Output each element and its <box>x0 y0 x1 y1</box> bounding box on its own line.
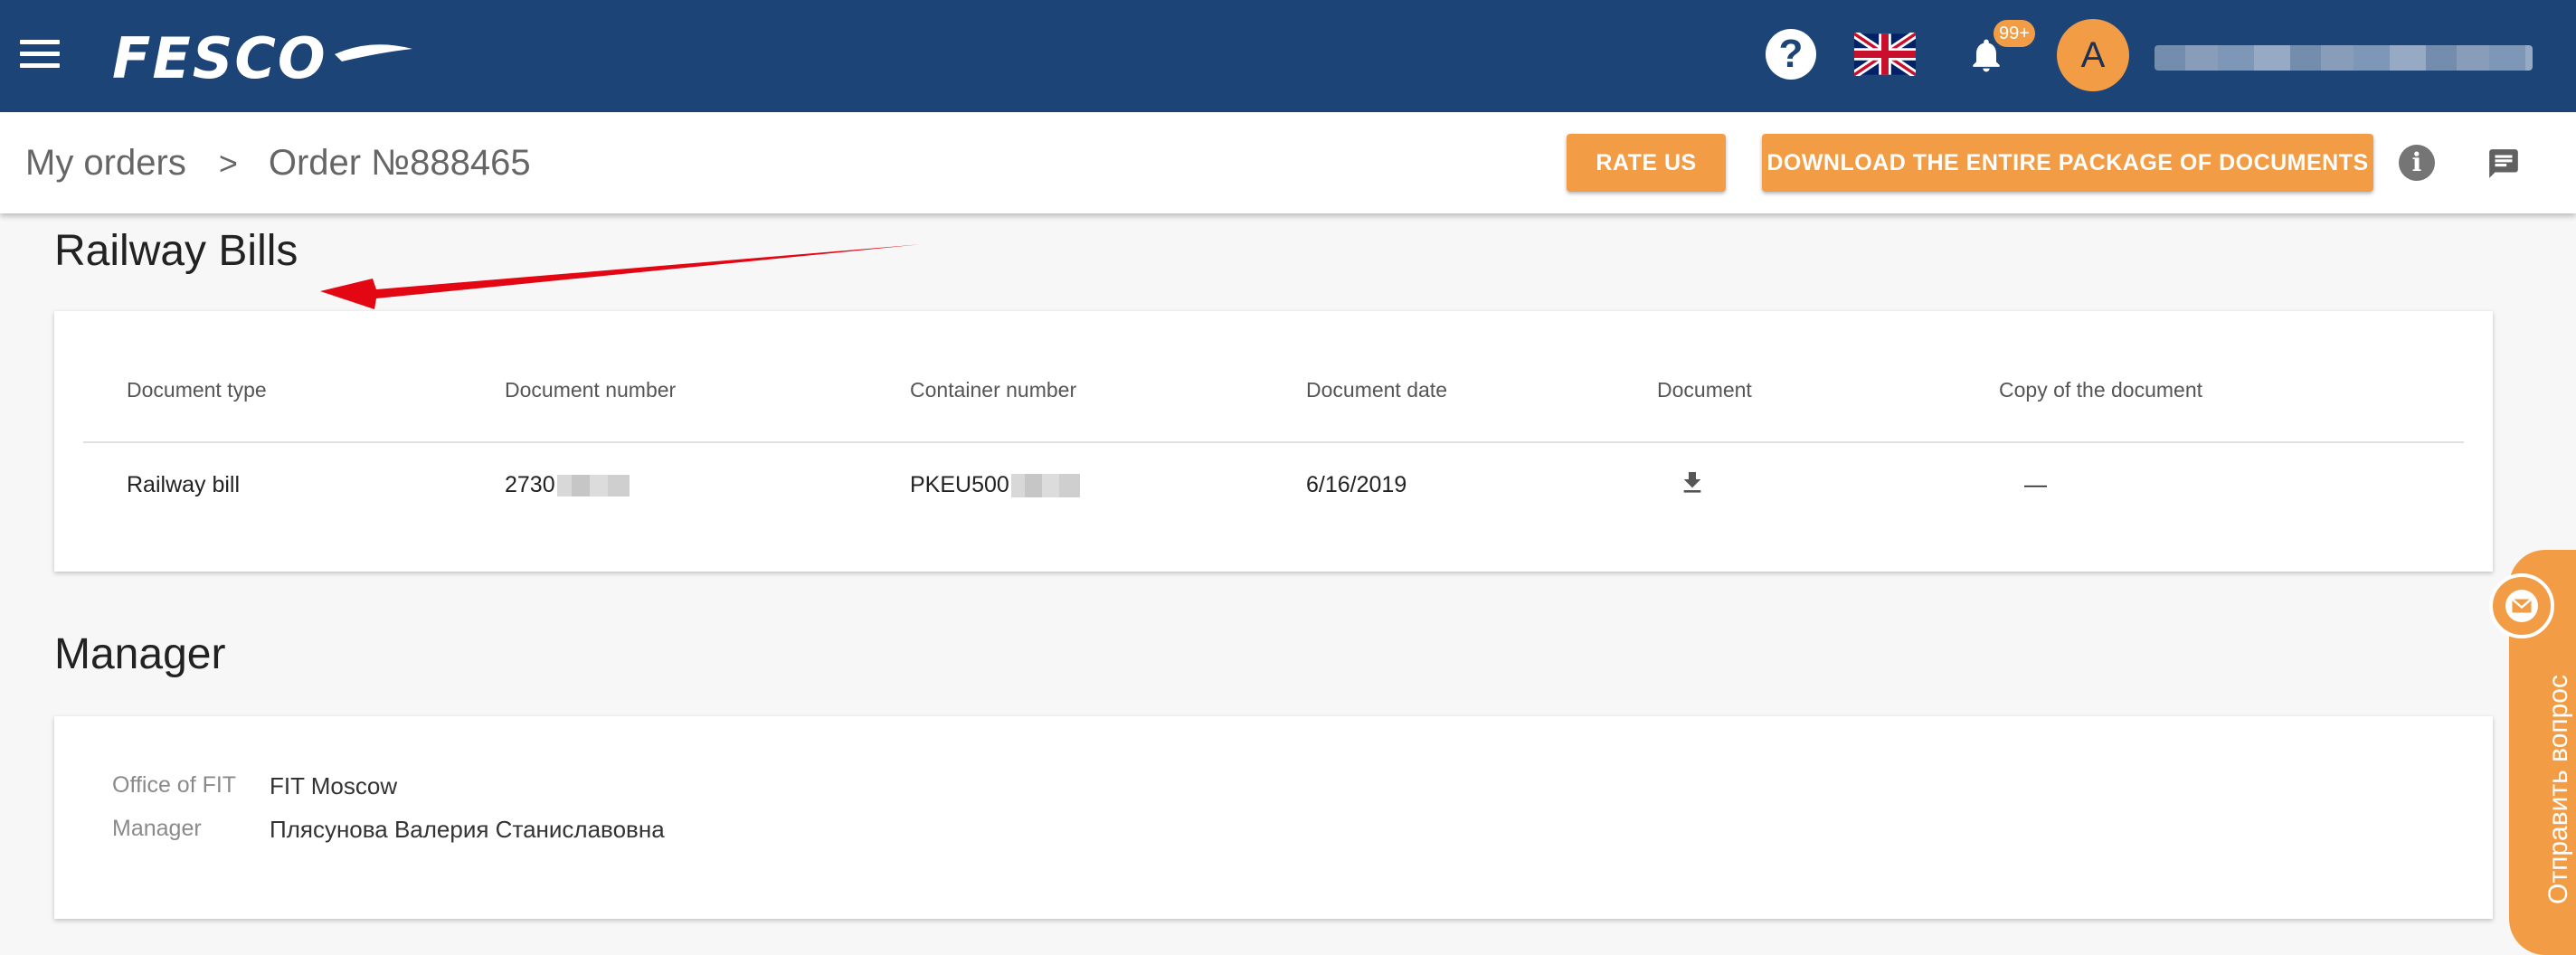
cell-container-number: PKEU500 <box>910 472 1080 498</box>
annotation-arrow <box>320 244 923 309</box>
notifications-button[interactable]: 99+ <box>1966 20 2035 89</box>
svg-text:FESCO: FESCO <box>112 25 327 90</box>
office-value: FIT Moscow <box>270 772 398 799</box>
redacted-digits <box>556 475 630 497</box>
info-icon[interactable]: i <box>2399 145 2435 181</box>
user-name-redacted <box>2155 45 2533 71</box>
send-question-label[interactable]: Отправить вопрос <box>2543 675 2574 904</box>
column-header-document: Document <box>1657 378 1752 402</box>
chat-icon[interactable] <box>2486 147 2522 181</box>
top-bar: FESCO ? 99+ A <box>0 0 2576 112</box>
container-number-text: PKEU500 <box>910 472 1009 497</box>
page-header: My orders > Order №888465 RATE US DOWNLOAD… <box>0 112 2576 213</box>
manager-card: Office of FIT FIT Moscow Manager Плясуно… <box>54 716 2493 919</box>
mail-icon[interactable] <box>2489 573 2554 638</box>
menu-icon[interactable] <box>20 40 60 72</box>
redacted-digits <box>1010 474 1080 498</box>
chevron-right-icon: > <box>218 145 238 182</box>
table-divider <box>83 441 2464 443</box>
cell-document-type: Railway bill <box>127 472 241 497</box>
column-header-container-number[interactable]: Container number <box>910 378 1076 402</box>
manager-value: Плясунова Валерия Станиславовна <box>270 816 665 843</box>
notification-count-badge: 99+ <box>1994 20 2035 47</box>
column-header-document-type[interactable]: Document type <box>127 378 267 402</box>
help-icon[interactable]: ? <box>1766 29 1816 80</box>
uk-flag-icon[interactable] <box>1854 33 1916 76</box>
column-header-document-number[interactable]: Document number <box>505 378 676 402</box>
manager-label: Manager <box>112 816 202 841</box>
avatar[interactable]: A <box>2057 19 2129 91</box>
manager-title: Manager <box>54 630 226 678</box>
cell-document-number: 2730 <box>505 472 630 498</box>
breadcrumb-current-order: Order №888465 <box>268 143 531 183</box>
column-header-document-date[interactable]: Document date <box>1306 378 1447 402</box>
railway-bills-table: Document type Document number Container … <box>54 311 2493 572</box>
office-label: Office of FIT <box>112 772 237 798</box>
breadcrumb-my-orders[interactable]: My orders <box>25 143 186 183</box>
download-icon[interactable] <box>1678 467 1707 499</box>
column-header-copy: Copy of the document <box>1999 378 2203 402</box>
rate-us-button[interactable]: RATE US <box>1567 134 1726 192</box>
railway-bills-title: Railway Bills <box>54 227 298 275</box>
document-number-text: 2730 <box>505 472 555 497</box>
cell-document-date: 6/16/2019 <box>1306 472 1407 497</box>
breadcrumb: My orders > Order №888465 <box>25 143 531 184</box>
download-package-button[interactable]: DOWNLOAD THE ENTIRE PACKAGE OF DOCUMENTS <box>1762 134 2373 192</box>
cell-copy-of-document: — <box>2024 472 2047 497</box>
fesco-logo[interactable]: FESCO <box>109 22 416 90</box>
